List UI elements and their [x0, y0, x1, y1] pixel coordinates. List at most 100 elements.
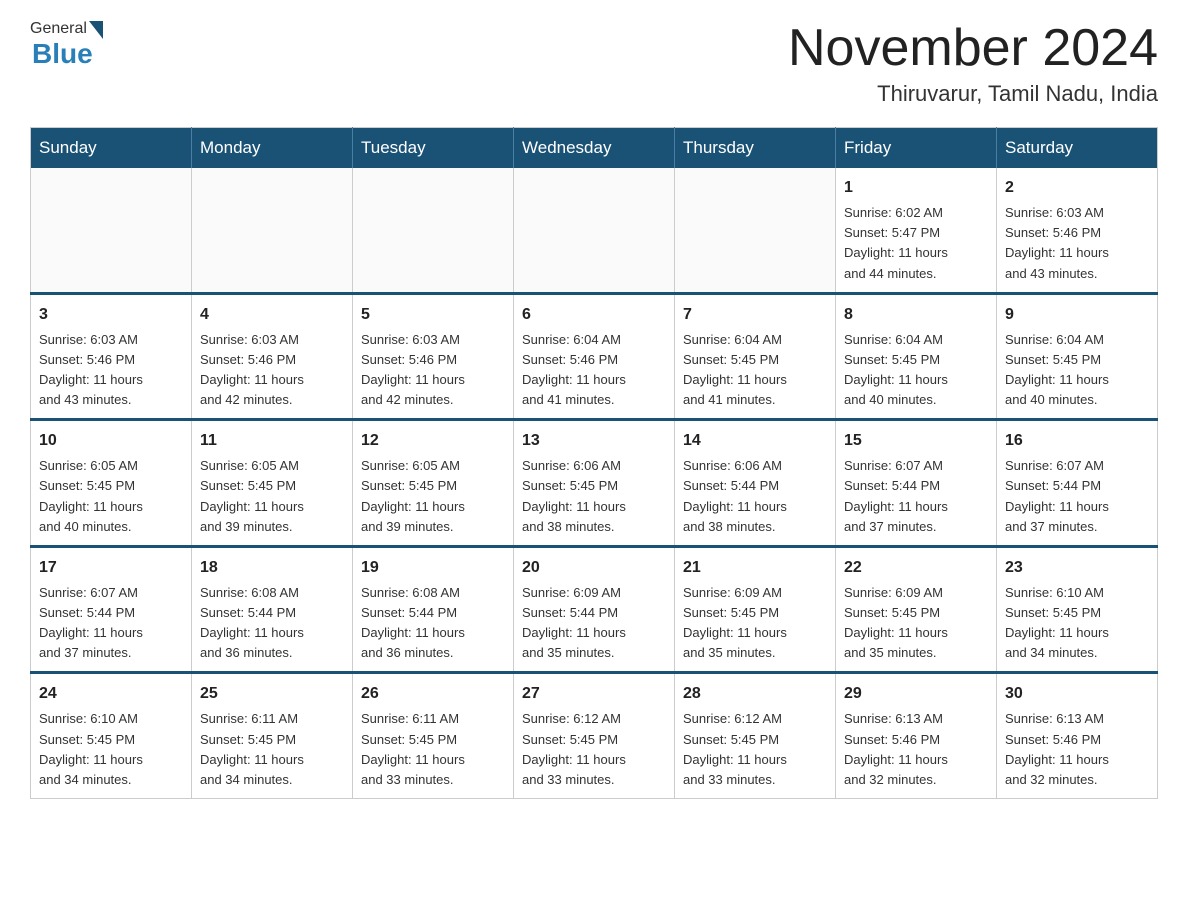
day-number: 13	[522, 429, 666, 453]
column-header-thursday: Thursday	[675, 128, 836, 169]
day-number: 9	[1005, 303, 1149, 327]
day-number: 18	[200, 556, 344, 580]
day-number: 23	[1005, 556, 1149, 580]
calendar-week-5: 24Sunrise: 6:10 AM Sunset: 5:45 PM Dayli…	[31, 673, 1158, 799]
calendar-cell: 17 Sunrise: 6:07 AM Sunset: 5:44 PM Dayli…	[31, 546, 192, 673]
day-number: 17	[39, 556, 183, 580]
day-number: 8	[844, 303, 988, 327]
day-info: Sunrise: 6:05 AM Sunset: 5:45 PM Dayligh…	[200, 456, 344, 537]
day-number: 20	[522, 556, 666, 580]
day-number: 26	[361, 682, 505, 706]
calendar-cell: 27 Sunrise: 6:12 AM Sunset: 5:45 PM Dayli…	[514, 673, 675, 799]
column-header-sunday: Sunday	[31, 128, 192, 169]
calendar-cell: 11 Sunrise: 6:05 AM Sunset: 5:45 PM Dayli…	[192, 420, 353, 547]
day-info: Sunrise: 6:03 AM Sunset: 5:46 PM Dayligh…	[39, 330, 183, 411]
day-info: Sunrise: 6:12 AM Sunset: 5:45 PM Dayligh…	[522, 709, 666, 790]
logo-arrow-icon	[89, 21, 103, 39]
calendar-cell: 28Sunrise: 6:12 AM Sunset: 5:45 PM Dayli…	[675, 673, 836, 799]
day-info: Sunrise: 6:09 AM Sunset: 5:45 PM Dayligh…	[844, 583, 988, 664]
day-info: Sunrise: 6:08 AM Sunset: 5:44 PM Dayligh…	[361, 583, 505, 664]
day-number: 27	[522, 682, 666, 706]
calendar-cell: 10 Sunrise: 6:05 AM Sunset: 5:45 PM Dayli…	[31, 420, 192, 547]
day-number: 1	[844, 176, 988, 200]
calendar-week-2: 3 Sunrise: 6:03 AM Sunset: 5:46 PM Daylig…	[31, 293, 1158, 420]
day-info: Sunrise: 6:04 AM Sunset: 5:45 PM Dayligh…	[1005, 330, 1149, 411]
calendar-cell	[675, 168, 836, 293]
calendar-cell	[514, 168, 675, 293]
calendar-cell: 22 Sunrise: 6:09 AM Sunset: 5:45 PM Dayli…	[836, 546, 997, 673]
day-info: Sunrise: 6:04 AM Sunset: 5:45 PM Dayligh…	[844, 330, 988, 411]
column-header-friday: Friday	[836, 128, 997, 169]
day-info: Sunrise: 6:03 AM Sunset: 5:46 PM Dayligh…	[1005, 203, 1149, 284]
day-number: 24	[39, 682, 183, 706]
calendar-cell: 8 Sunrise: 6:04 AM Sunset: 5:45 PM Daylig…	[836, 293, 997, 420]
calendar-cell	[31, 168, 192, 293]
calendar-cell: 25Sunrise: 6:11 AM Sunset: 5:45 PM Dayli…	[192, 673, 353, 799]
day-number: 11	[200, 429, 344, 453]
day-info: Sunrise: 6:07 AM Sunset: 5:44 PM Dayligh…	[39, 583, 183, 664]
day-number: 28	[683, 682, 827, 706]
calendar-cell: 2 Sunrise: 6:03 AM Sunset: 5:46 PM Daylig…	[997, 168, 1158, 293]
calendar-week-1: 1 Sunrise: 6:02 AM Sunset: 5:47 PM Daylig…	[31, 168, 1158, 293]
calendar-header-row: SundayMondayTuesdayWednesdayThursdayFrid…	[31, 128, 1158, 169]
day-info: Sunrise: 6:13 AM Sunset: 5:46 PM Dayligh…	[1005, 709, 1149, 790]
calendar-week-3: 10 Sunrise: 6:05 AM Sunset: 5:45 PM Dayli…	[31, 420, 1158, 547]
page-header: General Blue November 2024 Thiruvarur, T…	[30, 20, 1158, 107]
calendar-cell: 7 Sunrise: 6:04 AM Sunset: 5:45 PM Daylig…	[675, 293, 836, 420]
day-number: 10	[39, 429, 183, 453]
day-number: 19	[361, 556, 505, 580]
calendar-cell: 24Sunrise: 6:10 AM Sunset: 5:45 PM Dayli…	[31, 673, 192, 799]
calendar-cell: 18 Sunrise: 6:08 AM Sunset: 5:44 PM Dayli…	[192, 546, 353, 673]
day-info: Sunrise: 6:10 AM Sunset: 5:45 PM Dayligh…	[1005, 583, 1149, 664]
calendar-cell: 30 Sunrise: 6:13 AM Sunset: 5:46 PM Dayli…	[997, 673, 1158, 799]
calendar-cell: 13 Sunrise: 6:06 AM Sunset: 5:45 PM Dayli…	[514, 420, 675, 547]
calendar-cell: 20Sunrise: 6:09 AM Sunset: 5:44 PM Dayli…	[514, 546, 675, 673]
day-info: Sunrise: 6:02 AM Sunset: 5:47 PM Dayligh…	[844, 203, 988, 284]
calendar-cell: 9 Sunrise: 6:04 AM Sunset: 5:45 PM Daylig…	[997, 293, 1158, 420]
column-header-tuesday: Tuesday	[353, 128, 514, 169]
day-info: Sunrise: 6:11 AM Sunset: 5:45 PM Dayligh…	[200, 709, 344, 790]
column-header-monday: Monday	[192, 128, 353, 169]
day-number: 15	[844, 429, 988, 453]
day-info: Sunrise: 6:04 AM Sunset: 5:45 PM Dayligh…	[683, 330, 827, 411]
day-number: 12	[361, 429, 505, 453]
day-number: 30	[1005, 682, 1149, 706]
day-info: Sunrise: 6:06 AM Sunset: 5:45 PM Dayligh…	[522, 456, 666, 537]
calendar-cell: 26 Sunrise: 6:11 AM Sunset: 5:45 PM Dayli…	[353, 673, 514, 799]
calendar-cell: 4 Sunrise: 6:03 AM Sunset: 5:46 PM Daylig…	[192, 293, 353, 420]
calendar-cell: 15 Sunrise: 6:07 AM Sunset: 5:44 PM Dayli…	[836, 420, 997, 547]
day-info: Sunrise: 6:13 AM Sunset: 5:46 PM Dayligh…	[844, 709, 988, 790]
day-number: 5	[361, 303, 505, 327]
day-number: 7	[683, 303, 827, 327]
calendar-cell: 21Sunrise: 6:09 AM Sunset: 5:45 PM Dayli…	[675, 546, 836, 673]
day-info: Sunrise: 6:08 AM Sunset: 5:44 PM Dayligh…	[200, 583, 344, 664]
calendar-cell: 12Sunrise: 6:05 AM Sunset: 5:45 PM Dayli…	[353, 420, 514, 547]
column-header-saturday: Saturday	[997, 128, 1158, 169]
day-number: 2	[1005, 176, 1149, 200]
calendar-cell: 23 Sunrise: 6:10 AM Sunset: 5:45 PM Dayli…	[997, 546, 1158, 673]
calendar-cell: 19 Sunrise: 6:08 AM Sunset: 5:44 PM Dayli…	[353, 546, 514, 673]
day-number: 3	[39, 303, 183, 327]
column-header-wednesday: Wednesday	[514, 128, 675, 169]
logo: General Blue	[30, 20, 103, 70]
day-info: Sunrise: 6:07 AM Sunset: 5:44 PM Dayligh…	[844, 456, 988, 537]
day-info: Sunrise: 6:03 AM Sunset: 5:46 PM Dayligh…	[200, 330, 344, 411]
day-number: 22	[844, 556, 988, 580]
calendar-cell: 29 Sunrise: 6:13 AM Sunset: 5:46 PM Dayli…	[836, 673, 997, 799]
calendar-cell	[353, 168, 514, 293]
calendar-cell: 14 Sunrise: 6:06 AM Sunset: 5:44 PM Dayli…	[675, 420, 836, 547]
day-info: Sunrise: 6:11 AM Sunset: 5:45 PM Dayligh…	[361, 709, 505, 790]
title-block: November 2024 Thiruvarur, Tamil Nadu, In…	[788, 20, 1158, 107]
logo-general-text: General	[30, 20, 87, 38]
day-info: Sunrise: 6:06 AM Sunset: 5:44 PM Dayligh…	[683, 456, 827, 537]
calendar-cell: 1 Sunrise: 6:02 AM Sunset: 5:47 PM Daylig…	[836, 168, 997, 293]
month-title: November 2024	[788, 20, 1158, 77]
calendar-cell: 16Sunrise: 6:07 AM Sunset: 5:44 PM Dayli…	[997, 420, 1158, 547]
day-info: Sunrise: 6:05 AM Sunset: 5:45 PM Dayligh…	[39, 456, 183, 537]
day-number: 16	[1005, 429, 1149, 453]
day-number: 4	[200, 303, 344, 327]
day-number: 14	[683, 429, 827, 453]
day-info: Sunrise: 6:04 AM Sunset: 5:46 PM Dayligh…	[522, 330, 666, 411]
calendar-header: SundayMondayTuesdayWednesdayThursdayFrid…	[31, 128, 1158, 169]
day-number: 29	[844, 682, 988, 706]
